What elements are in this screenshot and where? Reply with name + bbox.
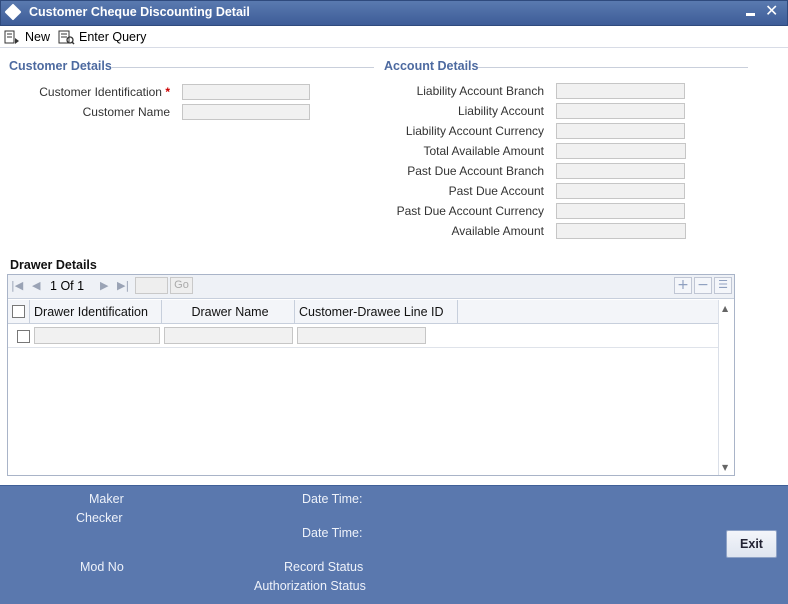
scroll-down-icon[interactable]: ▼ [722,463,728,472]
page-indicator: 1 Of 1 [50,279,85,293]
checker-label: Checker [76,511,123,525]
liability-account-branch-label: Liability Account Branch [416,84,544,98]
past-due-account-field[interactable] [556,183,685,199]
liability-account-branch-field[interactable] [556,83,685,99]
line-id-input[interactable] [297,327,426,344]
go-button[interactable]: Go [170,277,193,294]
drawer-details-heading: Drawer Details [10,258,97,272]
customer-identification-label: Customer Identification * [39,85,170,99]
drawer-identification-input[interactable] [34,327,160,344]
past-due-account-branch-field[interactable] [556,163,685,179]
new-button[interactable]: New [4,28,50,46]
checker-date-time-label: Date Time: [302,526,363,540]
account-details-heading: Account Details [384,59,479,73]
page-number-input[interactable] [135,277,168,294]
select-all-checkbox[interactable] [12,305,25,318]
enter-query-icon [58,30,75,45]
close-icon[interactable]: ✕ [765,2,778,20]
maker-date-time-label: Date Time: [302,492,363,506]
authorization-status-label: Authorization Status [254,579,366,593]
past-due-account-label: Past Due Account [448,184,544,198]
enter-query-label: Enter Query [79,30,147,44]
row-checkbox[interactable] [17,330,30,343]
required-indicator: * [165,85,170,99]
add-row-icon[interactable]: + [674,277,692,294]
customer-name-field[interactable] [182,104,310,120]
mod-no-label: Mod No [80,560,124,574]
column-header-line-id[interactable]: Customer-Drawee Line ID [295,300,458,324]
single-view-icon[interactable]: ☰ [714,277,732,294]
last-page-icon[interactable]: ▶| [117,279,129,292]
record-status-label: Record Status [284,560,364,574]
account-details-divider [478,67,748,68]
first-page-icon[interactable]: |◀ [11,279,23,292]
customer-name-label: Customer Name [82,105,170,119]
liability-account-field[interactable] [556,103,685,119]
past-due-account-currency-field[interactable] [556,203,685,219]
liability-account-currency-field[interactable] [556,123,685,139]
column-header-drawer-identification[interactable]: Drawer Identification [30,300,162,324]
customer-identification-field[interactable] [182,84,310,100]
maker-label: Maker [89,492,124,506]
total-available-amount-label: Total Available Amount [423,144,544,158]
select-all-cell [8,300,30,324]
exit-button[interactable]: Exit [726,530,777,558]
available-amount-field[interactable] [556,223,686,239]
scroll-up-icon[interactable]: ▲ [722,304,728,313]
enter-query-button[interactable]: Enter Query [58,28,146,46]
new-button-label: New [25,30,51,44]
liability-account-currency-label: Liability Account Currency [405,124,544,138]
next-page-icon[interactable]: ▶ [100,279,108,292]
previous-page-icon[interactable]: ◀ [32,279,40,292]
drawer-name-input[interactable] [164,327,293,344]
customer-details-divider [112,67,374,68]
available-amount-label: Available Amount [451,224,544,238]
minimize-icon[interactable] [746,13,755,16]
grid-vertical-scrollbar[interactable] [718,300,734,475]
window-title: Customer Cheque Discounting Detail [29,5,250,19]
column-header-drawer-name[interactable]: Drawer Name [162,300,295,324]
customer-details-heading: Customer Details [9,59,112,73]
total-available-amount-field[interactable] [556,143,686,159]
past-due-account-branch-label: Past Due Account Branch [407,164,544,178]
past-due-account-currency-label: Past Due Account Currency [396,204,544,218]
delete-row-icon[interactable]: − [694,277,712,294]
liability-account-label: Liability Account [457,104,544,118]
new-document-icon [4,30,19,44]
